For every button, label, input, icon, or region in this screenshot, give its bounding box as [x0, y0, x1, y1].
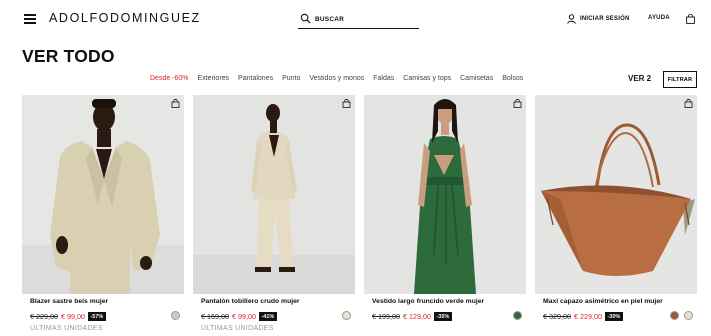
shopping-bag-icon[interactable]	[686, 14, 695, 24]
color-swatch[interactable]	[342, 311, 351, 320]
original-price: € 199,00	[372, 312, 400, 321]
hamburger-icon[interactable]	[24, 14, 36, 24]
page-title: VER TODO	[22, 46, 115, 66]
filter-button[interactable]: FILTRAR	[663, 71, 697, 88]
product-grid: Blazer sastre beis mujer € 229,00 € 99,0…	[22, 95, 697, 336]
product-name[interactable]: Pantalón tobillero crudo mujer	[201, 298, 300, 305]
search-input[interactable]	[315, 13, 415, 25]
product-image-vestido[interactable]	[364, 95, 526, 294]
original-price: € 229,00	[30, 312, 58, 321]
product-prices: € 329,00 € 229,00 -30%	[543, 312, 623, 321]
sale-price: € 99,00	[231, 312, 256, 321]
category-faldas[interactable]: Faldas	[373, 75, 394, 85]
product-card[interactable]: Pantalón tobillero crudo mujer € 169,00 …	[193, 95, 355, 336]
category-vestidos-y-monos[interactable]: Vestidos y monos	[309, 75, 364, 85]
product-name[interactable]: Vestido largo fruncido verde mujer	[372, 298, 484, 305]
wishlist-bag-icon[interactable]	[684, 99, 693, 108]
product-card[interactable]: Maxi capazo asimétrico en piel mujer € 3…	[535, 95, 697, 336]
category-camisetas[interactable]: Camisetas	[460, 75, 493, 85]
category-pantalones[interactable]: Pantalones	[238, 75, 273, 85]
product-image-pantalon[interactable]	[193, 95, 355, 294]
discount-badge: -57%	[87, 312, 106, 321]
stock-status: ÚLTIMAS UNIDADES	[30, 325, 103, 332]
grid-view-toggle[interactable]: VER 2	[628, 74, 651, 83]
user-icon	[567, 14, 576, 24]
wishlist-bag-icon[interactable]	[342, 99, 351, 108]
color-swatch[interactable]	[684, 311, 693, 320]
login-label: INICIAR SESIÓN	[580, 16, 630, 22]
category-exteriores[interactable]: Exteriores	[198, 75, 230, 85]
sale-price: € 229,00	[573, 312, 602, 321]
product-image-blazer[interactable]	[22, 95, 184, 294]
product-prices: € 169,00 € 99,00 -41%	[201, 312, 277, 321]
category-camisas-y-tops[interactable]: Camisas y tops	[403, 75, 451, 85]
help-link[interactable]: AYUDA	[648, 15, 670, 21]
sale-price: € 129,00	[402, 312, 431, 321]
original-price: € 329,00	[543, 312, 571, 321]
wishlist-bag-icon[interactable]	[171, 99, 180, 108]
discount-badge: -41%	[258, 312, 277, 321]
product-name[interactable]: Maxi capazo asimétrico en piel mujer	[543, 298, 663, 305]
stock-status: ÚLTIMAS UNIDADES	[201, 325, 274, 332]
wishlist-bag-icon[interactable]	[513, 99, 522, 108]
category-filter-bar: Desde -60% Exteriores Pantalones Punto V…	[150, 75, 532, 85]
search-bar[interactable]	[298, 12, 419, 29]
product-image-capazo[interactable]	[535, 95, 697, 294]
product-prices: € 199,00 € 129,00 -35%	[372, 312, 452, 321]
original-price: € 169,00	[201, 312, 229, 321]
search-icon[interactable]	[300, 13, 311, 24]
brand-logo[interactable]: ADOLFODOMINGUEZ	[49, 11, 201, 25]
sale-price: € 99,00	[60, 312, 85, 321]
product-card[interactable]: Vestido largo fruncido verde mujer € 199…	[364, 95, 526, 336]
product-prices: € 229,00 € 99,00 -57%	[30, 312, 106, 321]
discount-badge: -35%	[433, 312, 452, 321]
product-card[interactable]: Blazer sastre beis mujer € 229,00 € 99,0…	[22, 95, 184, 336]
color-swatch[interactable]	[670, 311, 679, 320]
color-swatch[interactable]	[513, 311, 522, 320]
login-link[interactable]: INICIAR SESIÓN	[567, 14, 629, 24]
discount-badge: -30%	[604, 312, 623, 321]
color-swatch[interactable]	[171, 311, 180, 320]
category-sale[interactable]: Desde -60%	[150, 75, 189, 85]
site-header: ADOLFODOMINGUEZ INICIAR SESIÓN AYUDA	[0, 0, 711, 38]
product-name[interactable]: Blazer sastre beis mujer	[30, 298, 108, 305]
category-bolsos[interactable]: Bolsos	[502, 75, 523, 85]
category-punto[interactable]: Punto	[282, 75, 300, 85]
